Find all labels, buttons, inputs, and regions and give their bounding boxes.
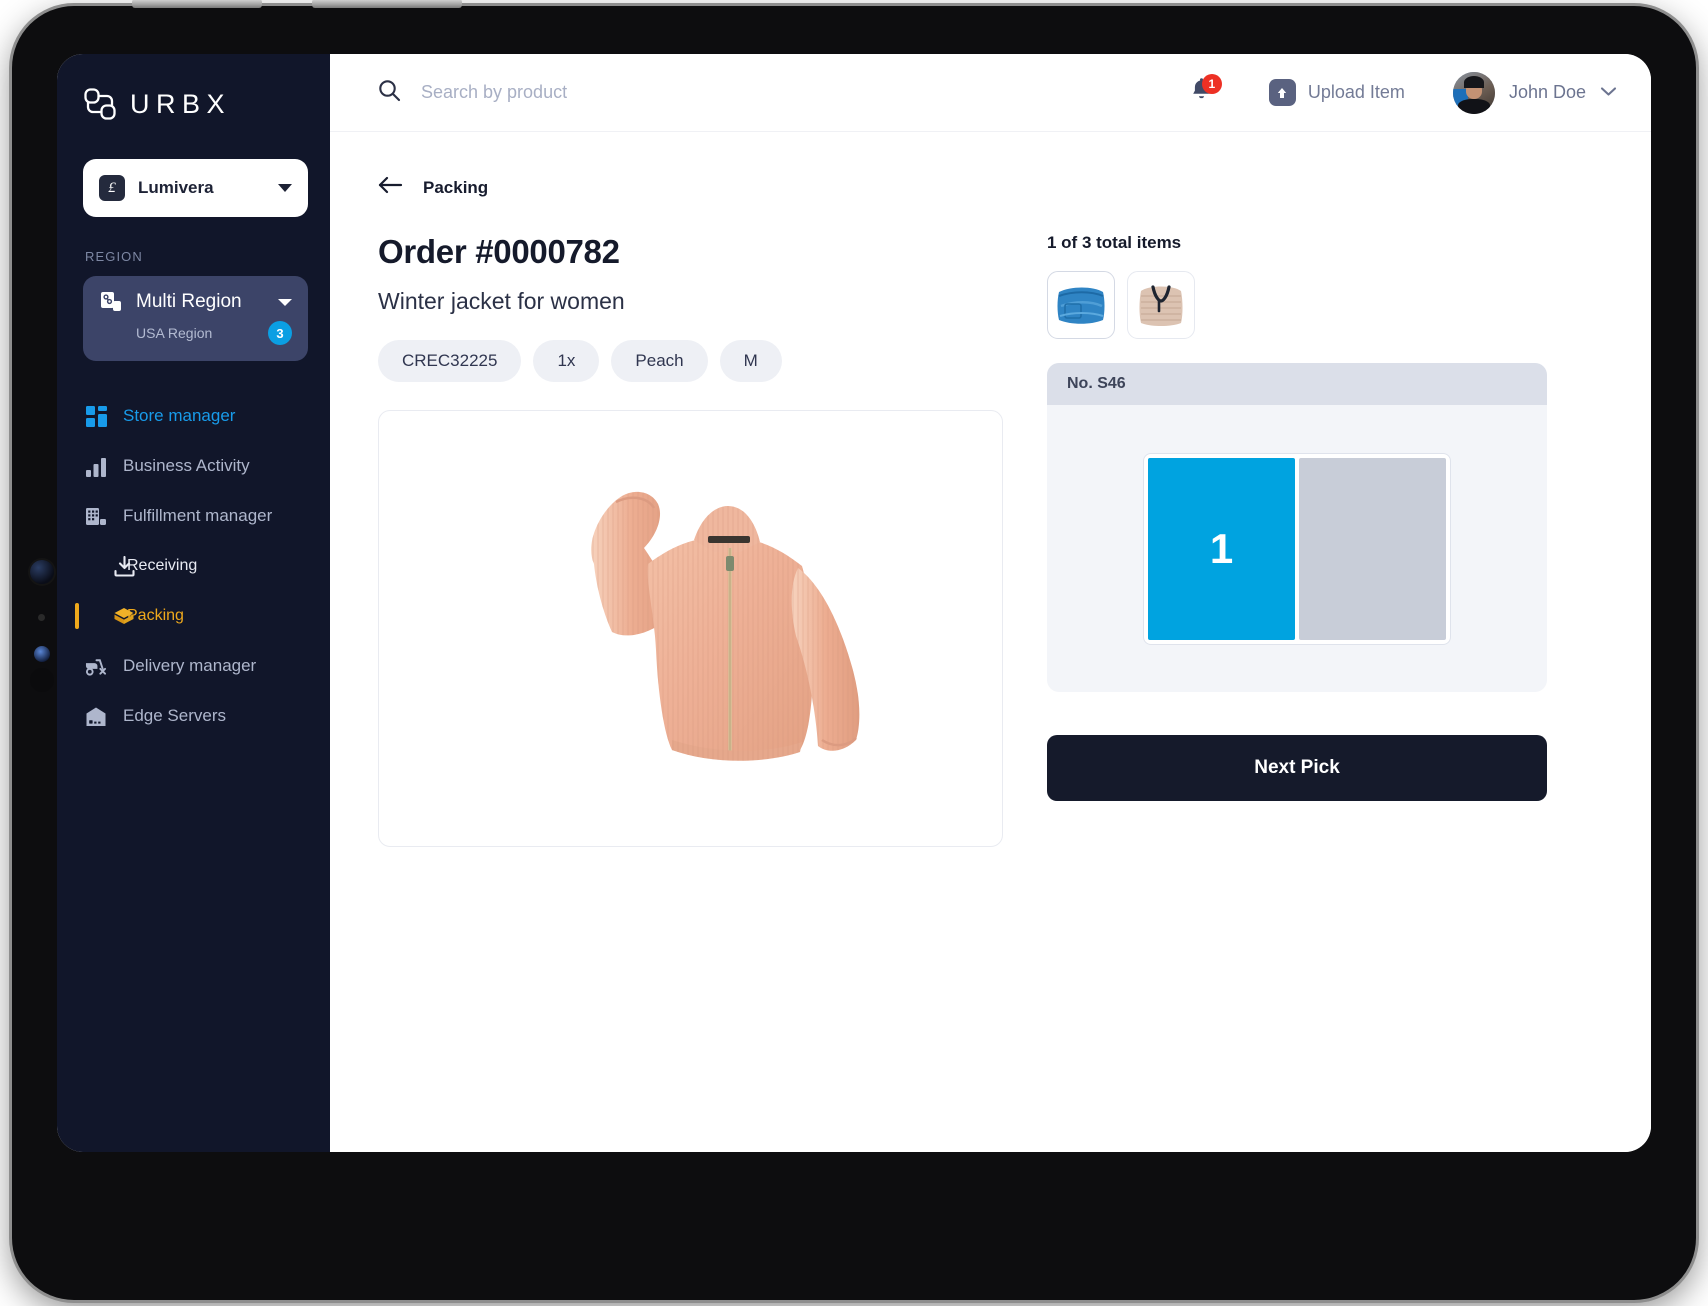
urbx-logo-icon xyxy=(83,87,117,121)
sidebar-item-delivery-manager[interactable]: Delivery manager xyxy=(57,641,330,691)
store-mark-icon: £ xyxy=(99,175,125,201)
search-input[interactable] xyxy=(421,82,841,103)
front-camera-icon xyxy=(30,560,54,584)
sidebar-item-store-manager[interactable]: Store manager xyxy=(57,391,330,441)
sidebar-item-receiving[interactable]: Receiving xyxy=(57,541,330,591)
grid-dashboard-icon xyxy=(85,405,107,427)
avatar xyxy=(1452,71,1495,114)
order-detail-column: Packing Order #0000782 Winter jacket for… xyxy=(378,176,1003,1152)
attribute-chip-quantity: 1x xyxy=(533,340,600,382)
user-name: John Doe xyxy=(1508,82,1586,102)
sidebar: URBX £ Lumivera REGION Multi Region USA … xyxy=(57,54,330,1152)
next-pick-button[interactable]: Next Pick xyxy=(1047,735,1547,801)
sidebar-item-label: Receiving xyxy=(127,557,198,574)
topbar-actions: 1 Upload Item John Doe xyxy=(1185,71,1617,114)
region-section-label: REGION xyxy=(85,249,143,264)
item-thumbnail-list xyxy=(1047,271,1603,339)
topbar: 1 Upload Item xyxy=(330,54,1651,132)
brand-logo[interactable]: URBX xyxy=(57,54,330,121)
attribute-chip-color: Peach xyxy=(611,340,708,382)
sidebar-item-label: Fulfillment manager xyxy=(123,506,273,525)
notification-bell-button[interactable]: 1 xyxy=(1185,73,1222,110)
sidebar-nav: Store manager Business Activity Fulfillm… xyxy=(57,391,330,741)
breadcrumb-label: Packing xyxy=(423,177,489,197)
sidebar-item-label: Packing xyxy=(127,607,184,624)
ambient-sensor-icon xyxy=(38,614,45,621)
sidebar-item-label: Delivery manager xyxy=(123,656,257,675)
sidebar-item-business-activity[interactable]: Business Activity xyxy=(57,441,330,491)
sidebar-item-label: Edge Servers xyxy=(123,706,226,725)
items-count-label: 1 of 3 total items xyxy=(1047,233,1182,252)
upload-arrow-icon xyxy=(1268,79,1296,106)
bin-grid: 1 xyxy=(1143,452,1451,645)
attribute-chip-size: M xyxy=(719,340,782,382)
store-name: Lumivera xyxy=(138,178,214,197)
search-bar[interactable] xyxy=(378,79,1185,107)
chevron-down-icon xyxy=(278,298,292,306)
sidebar-item-label: Store manager xyxy=(123,406,236,425)
region-count-badge: 3 xyxy=(268,321,292,345)
active-indicator-bar xyxy=(75,603,79,629)
server-building-icon xyxy=(85,705,107,727)
region-subtitle: USA Region xyxy=(136,325,213,341)
brand-wordmark: URBX xyxy=(130,88,232,119)
package-box-icon xyxy=(113,605,135,627)
bin-body: 1 xyxy=(1047,405,1547,692)
user-menu[interactable]: John Doe xyxy=(1452,71,1617,114)
bin-cell-empty[interactable] xyxy=(1299,457,1446,640)
search-icon xyxy=(378,79,401,107)
store-switcher[interactable]: £ Lumivera xyxy=(83,159,308,217)
arrow-left-icon[interactable] xyxy=(378,176,403,199)
scooter-icon xyxy=(85,655,107,677)
product-attribute-chips: CREC32225 1x Peach M xyxy=(378,340,1003,382)
sidebar-item-edge-servers[interactable]: Edge Servers xyxy=(57,691,330,741)
content-area: Packing Order #0000782 Winter jacket for… xyxy=(330,132,1651,1152)
product-image xyxy=(590,491,859,761)
volume-up-button[interactable] xyxy=(132,0,262,8)
upload-item-label: Upload Item xyxy=(1307,82,1405,102)
region-selector[interactable]: Multi Region USA Region 3 xyxy=(83,276,308,361)
breadcrumb[interactable]: Packing xyxy=(378,176,1003,199)
bin-number-label: No. S46 xyxy=(1047,363,1547,405)
app-screen: URBX £ Lumivera REGION Multi Region USA … xyxy=(57,54,1651,1152)
warehouse-icon xyxy=(85,505,107,527)
notification-count-badge: 1 xyxy=(1201,73,1222,94)
sidebar-item-packing[interactable]: Packing xyxy=(57,591,330,641)
item-thumbnail-shirt[interactable] xyxy=(1127,271,1195,339)
volume-down-button[interactable] xyxy=(312,0,462,8)
upload-item-button[interactable]: Upload Item xyxy=(1268,79,1405,106)
inbox-download-icon xyxy=(113,555,135,577)
region-name: Multi Region xyxy=(136,291,242,312)
flash-sensor-icon xyxy=(34,646,50,662)
bin-panel: No. S46 1 xyxy=(1047,363,1547,692)
item-thumbnail-jeans[interactable] xyxy=(1047,271,1115,339)
bin-cell-occupied[interactable]: 1 xyxy=(1148,457,1295,640)
main-area: 1 Upload Item xyxy=(330,54,1651,1152)
tablet-device-frame: URBX £ Lumivera REGION Multi Region USA … xyxy=(12,0,1696,1300)
chevron-down-icon xyxy=(1600,84,1617,102)
bar-chart-icon xyxy=(85,455,107,477)
picking-column: 1 of 3 total items No. S46 1 Next Pick xyxy=(1003,176,1603,1152)
page-title: Order #0000782 xyxy=(378,233,620,270)
sidebar-item-fulfillment-manager[interactable]: Fulfillment manager xyxy=(57,491,330,541)
microphone-icon xyxy=(30,668,54,692)
attribute-chip-sku: CREC32225 xyxy=(378,340,522,382)
product-image-card xyxy=(378,410,1003,847)
chevron-down-icon xyxy=(278,184,292,192)
sidebar-item-label: Business Activity xyxy=(123,456,250,475)
region-nodes-icon xyxy=(99,290,123,314)
product-name: Winter jacket for women xyxy=(378,288,625,314)
